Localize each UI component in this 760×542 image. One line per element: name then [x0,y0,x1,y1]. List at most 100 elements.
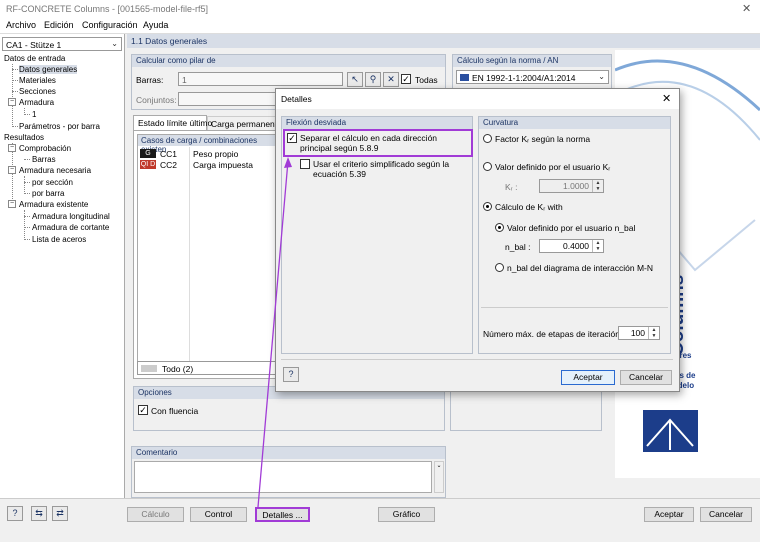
tree-parametros-barra[interactable]: Parámetros - por barra [19,122,100,131]
tree-por-seccion[interactable]: por sección [32,178,73,187]
norm-select[interactable]: EN 1992-1-1:2004/A1:2014 ⌄ [456,70,609,84]
barras-label: Barras: [136,75,164,85]
tree-lista-aceros[interactable]: Lista de aceros [32,235,86,244]
comment-input[interactable] [134,461,432,493]
dialog-cancel-button[interactable]: Cancelar [620,370,672,385]
comment-dropdown[interactable]: ⌄ [434,461,444,493]
kr-calc-radio[interactable] [483,202,492,211]
close-icon[interactable]: ✕ [742,2,751,15]
menu-configuracion[interactable]: Configuración [82,20,138,30]
graphic-button[interactable]: Gráfico [378,507,435,522]
collapse-icon[interactable]: − [8,166,16,174]
nbal-diagram-radio[interactable] [495,263,504,272]
tree-armadura-cortante[interactable]: Armadura de cortante [32,223,109,232]
tree-armadura-necesaria[interactable]: Armadura necesaria [19,166,91,175]
tree-results-root[interactable]: Resultados [4,133,44,142]
tree-por-barra[interactable]: por barra [32,189,64,198]
norm-value: EN 1992-1-1:2004/A1:2014 [472,73,576,83]
iter-label: Número máx. de etapas de iteración: [483,329,623,339]
kr-norm-radio[interactable] [483,134,492,143]
dialog-title: Detalles [281,94,312,104]
page-title: 1.1 Datos generales [127,34,760,48]
select-pointer-icon[interactable]: ↖ [347,72,363,87]
separate-calc-label: Separar el cálculo en cada dirección pri… [300,133,438,153]
todas-checkbox[interactable]: ✓ [401,74,411,84]
collapse-icon[interactable]: − [8,98,16,106]
todas-label: Todas [415,75,438,85]
barras-value: 1 [182,75,187,85]
dialog-title-bar: Detalles ✕ [276,89,679,109]
norm-group-title: Cálculo según la norma / AN [453,55,611,67]
curvature-group: Curvatura Factor Kᵣ según la norma Valor… [478,116,671,354]
menu-edicion[interactable]: Edición [44,20,74,30]
select-filter-icon[interactable]: ⚲ [365,72,381,87]
kr-label: Kᵣ : [505,182,518,192]
nbal-label: n_bal : [505,242,531,252]
all-cases-select[interactable]: Todo (2) [137,361,287,375]
nbal-user-radio[interactable] [495,223,504,232]
help-icon[interactable]: ? [283,367,299,382]
case-tag-qi: QI D [140,160,156,169]
accept-button[interactable]: Aceptar [644,507,694,522]
calc-button[interactable]: Cálculo [127,507,184,522]
navigator-panel: CA1 - Stütze 1 ⌄ Datos de entrada Datos … [0,34,125,498]
curvature-title: Curvatura [479,117,670,129]
kr-user-label: Valor definido por el usuario Kᵣ [495,162,611,172]
cancel-button[interactable]: Cancelar [700,507,752,522]
options-group: Opciones ✓ Con fluencia [133,386,445,431]
separate-calc-checkbox[interactable]: ✓ [287,133,297,143]
bottom-bar: ? ⇆ ⇄ Cálculo Control Detalles ... Gráfi… [0,498,760,542]
simplified-criterion-checkbox[interactable] [300,159,310,169]
nbal-diagram-label: n_bal del diagrama de interacción M-N [507,263,653,273]
tree-armadura-longitudinal[interactable]: Armadura longitudinal [32,212,110,221]
case-selector[interactable]: CA1 - Stütze 1 ⌄ [2,37,122,51]
eu-flag-icon [460,74,469,81]
tree-datos-generales[interactable]: Datos generales [19,65,78,74]
menu-ayuda[interactable]: Ayuda [143,20,168,30]
import-icon[interactable]: ⇆ [31,506,47,521]
close-icon[interactable]: ✕ [662,92,671,105]
kr-user-radio[interactable] [483,162,492,171]
creep-checkbox[interactable]: ✓ [138,405,148,415]
tree-armadura-1[interactable]: 1 [32,110,36,119]
title-bar: RF-CONCRETE Columns - [001565-model-file… [0,0,760,18]
case-name[interactable]: Carga impuesta [193,160,253,170]
calc-group-title: Calcular como pilar de [132,55,445,67]
tree-materiales[interactable]: Materiales [19,76,56,85]
tree-comprobacion[interactable]: Comprobación [19,144,71,153]
case-tag-g: G [140,149,156,158]
delete-icon[interactable]: ✕ [383,72,399,87]
case-name[interactable]: Peso propio [193,149,238,159]
simplified-criterion-label: Usar el criterio simplificado según la e… [313,159,450,179]
cases-header: Casos de carga / combinaciones existen [138,135,286,154]
nbal-input[interactable]: 0.4000 ▲ ▼ [539,239,604,253]
conjuntos-label: Conjuntos: [136,95,177,105]
tree-barras[interactable]: Barras [32,155,56,164]
export-icon[interactable]: ⇄ [52,506,68,521]
conjuntos-input[interactable] [178,92,278,106]
comment-group-title: Comentario [132,447,445,459]
details-dialog: Detalles ✕ Flexión desviada ✓ Separar el… [275,88,680,392]
kr-input[interactable]: 1.0000 ▲ ▼ [539,179,604,193]
control-button[interactable]: Control [190,507,247,522]
tree-armadura[interactable]: Armadura [19,98,54,107]
menu-bar: Archivo Edición Configuración Ayuda [0,18,760,34]
comment-group: Comentario ⌄ [131,446,446,498]
barras-input[interactable]: 1 [178,72,343,86]
case-id[interactable]: CC2 [160,160,177,170]
tab-uls[interactable]: Estado límite último [133,115,212,130]
collapse-icon[interactable]: − [8,144,16,152]
menu-archivo[interactable]: Archivo [6,20,36,30]
details-button[interactable]: Detalles ... [255,507,310,522]
tree-input-root[interactable]: Datos de entrada [4,54,65,63]
tree-secciones[interactable]: Secciones [19,87,56,96]
case-id[interactable]: CC1 [160,149,177,159]
help-icon[interactable]: ? [7,506,23,521]
tree-armadura-existente[interactable]: Armadura existente [19,200,88,209]
collapse-icon[interactable]: − [8,200,16,208]
iter-input[interactable]: 100 ▲ ▼ [618,326,660,340]
case-selector-value: CA1 - Stütze 1 [6,40,62,50]
tab-permanent[interactable]: Carga permanente [207,116,282,130]
chevron-down-icon: ⌄ [111,39,118,48]
dialog-accept-button[interactable]: Aceptar [561,370,615,385]
